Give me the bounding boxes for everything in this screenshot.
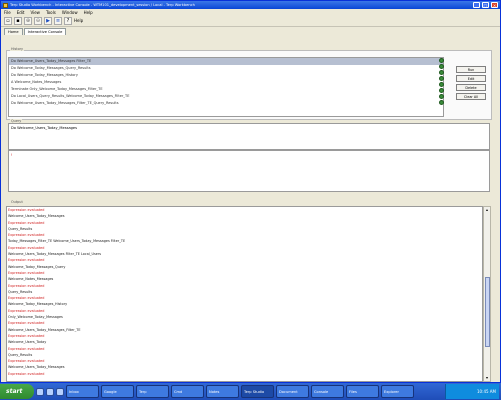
delete-button[interactable]: Delete bbox=[456, 84, 486, 91]
task-list: Inbox Google Terp Cmd Notes Terp Studio Docume… bbox=[66, 385, 414, 398]
filter-icon[interactable]: ≡ bbox=[54, 16, 62, 25]
history-row[interactable]: Terminate Only_Welcome_Today_Messages_Fi… bbox=[9, 86, 443, 93]
title-bar[interactable]: Terp Studio Workbench - Interactive Cons… bbox=[1, 1, 500, 9]
history-row[interactable]: Do Welcome_Users_Today_Messages Filter_T… bbox=[9, 58, 443, 65]
window-title: Terp Studio Workbench - Interactive Cons… bbox=[10, 3, 195, 7]
tab-home[interactable]: Home bbox=[4, 28, 23, 35]
status-ok-icon bbox=[439, 94, 444, 99]
quick-launch-media-icon[interactable] bbox=[56, 387, 64, 396]
status-ok-icon bbox=[439, 64, 444, 69]
start-button[interactable]: start bbox=[0, 384, 34, 399]
menu-help[interactable]: Help bbox=[84, 10, 93, 15]
taskbar-item[interactable]: Inbox bbox=[66, 385, 99, 398]
help-icon[interactable]: ? bbox=[64, 16, 72, 25]
menu-edit[interactable]: Edit bbox=[17, 10, 25, 15]
close-button[interactable]: × bbox=[491, 2, 498, 8]
menu-view[interactable]: View bbox=[30, 10, 40, 15]
run-icon[interactable]: ▶ bbox=[44, 16, 52, 25]
menu-tools[interactable]: Tools bbox=[46, 10, 56, 15]
history-row[interactable]: Do Welcome_Today_Messages_History bbox=[9, 72, 443, 79]
new-icon[interactable]: ▫ bbox=[4, 16, 12, 25]
minimize-button[interactable]: _ bbox=[473, 2, 480, 8]
quick-launch-desktop-icon[interactable] bbox=[46, 387, 54, 396]
status-ok-icon bbox=[439, 58, 444, 63]
scroll-up-icon[interactable]: ▴ bbox=[484, 207, 490, 213]
tab-bar: Home Interactive Console bbox=[1, 27, 500, 35]
taskbar-item[interactable]: Console bbox=[311, 385, 344, 398]
query-text: Do Welcome_Users_Today_Messages bbox=[11, 126, 78, 130]
clock: 10:45 AM bbox=[477, 389, 496, 394]
help-label[interactable]: Help bbox=[74, 18, 83, 23]
query-input[interactable]: Do Welcome_Users_Today_Messages bbox=[8, 123, 490, 150]
console-output[interactable]: Expression evaluated Welcome_Users_Today_… bbox=[6, 206, 483, 382]
quick-launch-ie-icon[interactable] bbox=[36, 387, 44, 396]
console-scrollbar[interactable]: ▴ ▾ bbox=[483, 206, 491, 382]
status-ok-icon bbox=[439, 100, 444, 105]
save-icon[interactable]: ▪ bbox=[14, 16, 22, 25]
history-legend: History bbox=[10, 47, 25, 51]
taskbar-item[interactable]: Explorer bbox=[381, 385, 414, 398]
error-area: ! bbox=[8, 150, 490, 192]
taskbar: start Inbox Google Terp Cmd Notes Terp Studio… bbox=[0, 383, 501, 400]
system-tray: 10:45 AM bbox=[445, 384, 499, 399]
taskbar-item[interactable]: Terp Studio bbox=[241, 385, 274, 398]
status-ok-icon bbox=[439, 70, 444, 75]
history-list[interactable]: Do Welcome_Users_Today_Messages Filter_T… bbox=[8, 57, 444, 117]
tab-interactive-console[interactable]: Interactive Console bbox=[23, 28, 67, 35]
history-actions: Run Edit Delete Clear All bbox=[456, 66, 486, 102]
app-icon bbox=[3, 2, 8, 8]
history-row[interactable]: Do Welcome_Users_Today_Messages_Filter_T… bbox=[9, 100, 443, 107]
taskbar-item[interactable]: Notes bbox=[206, 385, 239, 398]
status-ok-icon bbox=[439, 76, 444, 81]
status-ok-icon bbox=[439, 88, 444, 93]
taskbar-item[interactable]: Terp bbox=[136, 385, 169, 398]
taskbar-item[interactable]: Cmd bbox=[171, 385, 204, 398]
zoom-out-icon[interactable]: ⊖ bbox=[34, 16, 42, 25]
console-line: Expression evaluated bbox=[8, 371, 45, 376]
maximize-button[interactable]: □ bbox=[482, 2, 489, 8]
taskbar-item[interactable]: Document bbox=[276, 385, 309, 398]
menu-window[interactable]: Window bbox=[62, 10, 78, 15]
scroll-down-icon[interactable]: ▾ bbox=[484, 375, 490, 381]
status-ok-icon bbox=[439, 82, 444, 87]
history-row[interactable]: Do Local_Users_Query_Results_Welcome_Tod… bbox=[9, 93, 443, 100]
run-button[interactable]: Run bbox=[456, 66, 486, 73]
zoom-in-icon[interactable]: ⊕ bbox=[24, 16, 32, 25]
taskbar-item[interactable]: Google bbox=[101, 385, 134, 398]
error-text: ! bbox=[11, 153, 13, 157]
taskbar-item[interactable]: Files bbox=[346, 385, 379, 398]
console-legend: Output bbox=[10, 200, 24, 204]
edit-button[interactable]: Edit bbox=[456, 75, 486, 82]
status-column bbox=[438, 57, 446, 106]
history-row[interactable]: Do Welcome_Today_Messages_Query_Results bbox=[9, 65, 443, 72]
menu-file[interactable]: File bbox=[4, 10, 11, 15]
scroll-thumb[interactable] bbox=[485, 277, 490, 347]
history-row[interactable]: A Welcome_Notes_Messages bbox=[9, 79, 443, 86]
clear-all-button[interactable]: Clear All bbox=[456, 93, 486, 100]
toolbar: ▫ ▪ ⊕ ⊖ ▶ ≡ ? Help bbox=[1, 15, 500, 27]
